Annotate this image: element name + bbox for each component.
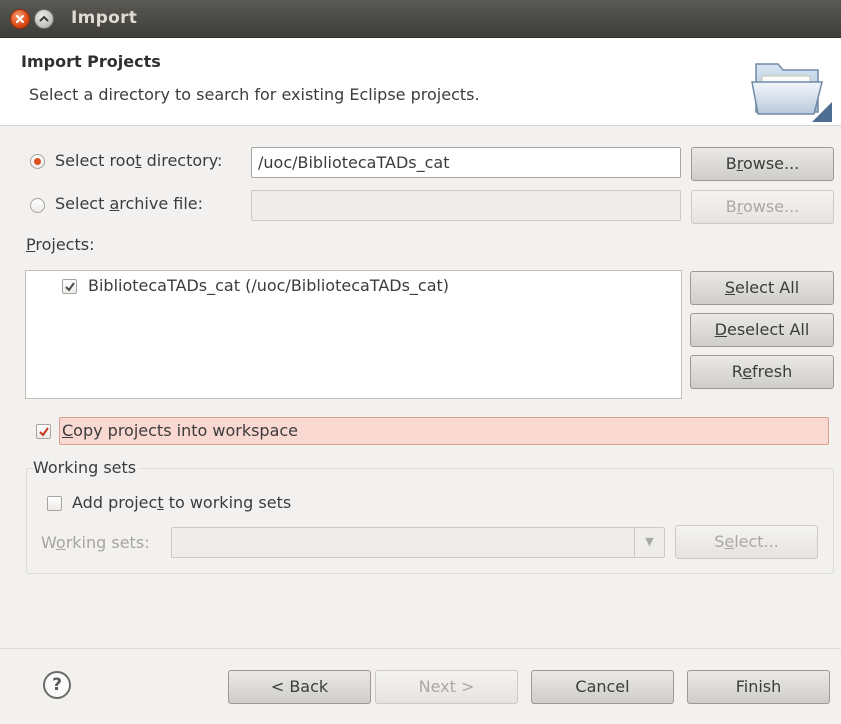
working-sets-label: Working sets: bbox=[41, 533, 150, 552]
back-button[interactable]: < Back bbox=[228, 670, 371, 704]
add-to-working-sets-checkbox[interactable] bbox=[47, 496, 62, 511]
copy-projects-checkbox[interactable] bbox=[36, 424, 51, 439]
add-to-working-sets-label: Add project to working sets bbox=[72, 493, 292, 512]
footer-separator bbox=[0, 648, 841, 649]
root-directory-label: Select root directory: bbox=[55, 151, 223, 170]
projects-list[interactable]: BibliotecaTADs_cat (/uoc/BibliotecaTADs_… bbox=[25, 270, 682, 399]
archive-file-radio[interactable] bbox=[30, 198, 45, 213]
deselect-all-button[interactable]: Deselect All bbox=[690, 313, 834, 347]
minimize-icon[interactable] bbox=[34, 9, 54, 29]
browse-directory-button[interactable]: Browse... bbox=[691, 147, 834, 181]
working-sets-group-label: Working sets bbox=[33, 458, 141, 477]
cancel-button[interactable]: Cancel bbox=[531, 670, 674, 704]
archive-file-label: Select archive file: bbox=[55, 194, 204, 213]
page-description: Select a directory to search for existin… bbox=[29, 85, 480, 104]
archive-file-input[interactable] bbox=[251, 190, 681, 221]
working-sets-combo[interactable]: ▼ bbox=[171, 527, 665, 558]
root-directory-input[interactable]: /uoc/BibliotecaTADs_cat bbox=[251, 147, 681, 178]
refresh-button[interactable]: Refresh bbox=[690, 355, 834, 389]
projects-label: Projects: bbox=[26, 235, 95, 254]
wizard-body: Select root directory: /uoc/BibliotecaTA… bbox=[0, 126, 841, 724]
list-item[interactable]: BibliotecaTADs_cat (/uoc/BibliotecaTADs_… bbox=[62, 276, 662, 300]
select-all-button[interactable]: Select All bbox=[690, 271, 834, 305]
page-title: Import Projects bbox=[21, 52, 161, 71]
root-directory-radio[interactable] bbox=[30, 154, 45, 169]
window-titlebar: Import bbox=[0, 0, 841, 38]
window-title: Import bbox=[71, 8, 138, 28]
chevron-down-icon[interactable]: ▼ bbox=[634, 528, 664, 557]
close-icon[interactable] bbox=[10, 9, 30, 29]
project-label: BibliotecaTADs_cat (/uoc/BibliotecaTADs_… bbox=[88, 276, 450, 295]
select-working-sets-button[interactable]: Select... bbox=[675, 525, 818, 559]
wizard-header: Import Projects Select a directory to se… bbox=[0, 38, 841, 126]
browse-archive-button[interactable]: Browse... bbox=[691, 190, 834, 224]
help-icon[interactable]: ? bbox=[43, 671, 71, 699]
copy-projects-option[interactable]: Copy projects into workspace bbox=[59, 417, 829, 445]
project-checkbox[interactable] bbox=[62, 279, 77, 294]
copy-projects-label: Copy projects into workspace bbox=[62, 421, 299, 440]
folder-open-icon bbox=[748, 50, 834, 122]
next-button[interactable]: Next > bbox=[375, 670, 518, 704]
finish-button[interactable]: Finish bbox=[687, 670, 830, 704]
